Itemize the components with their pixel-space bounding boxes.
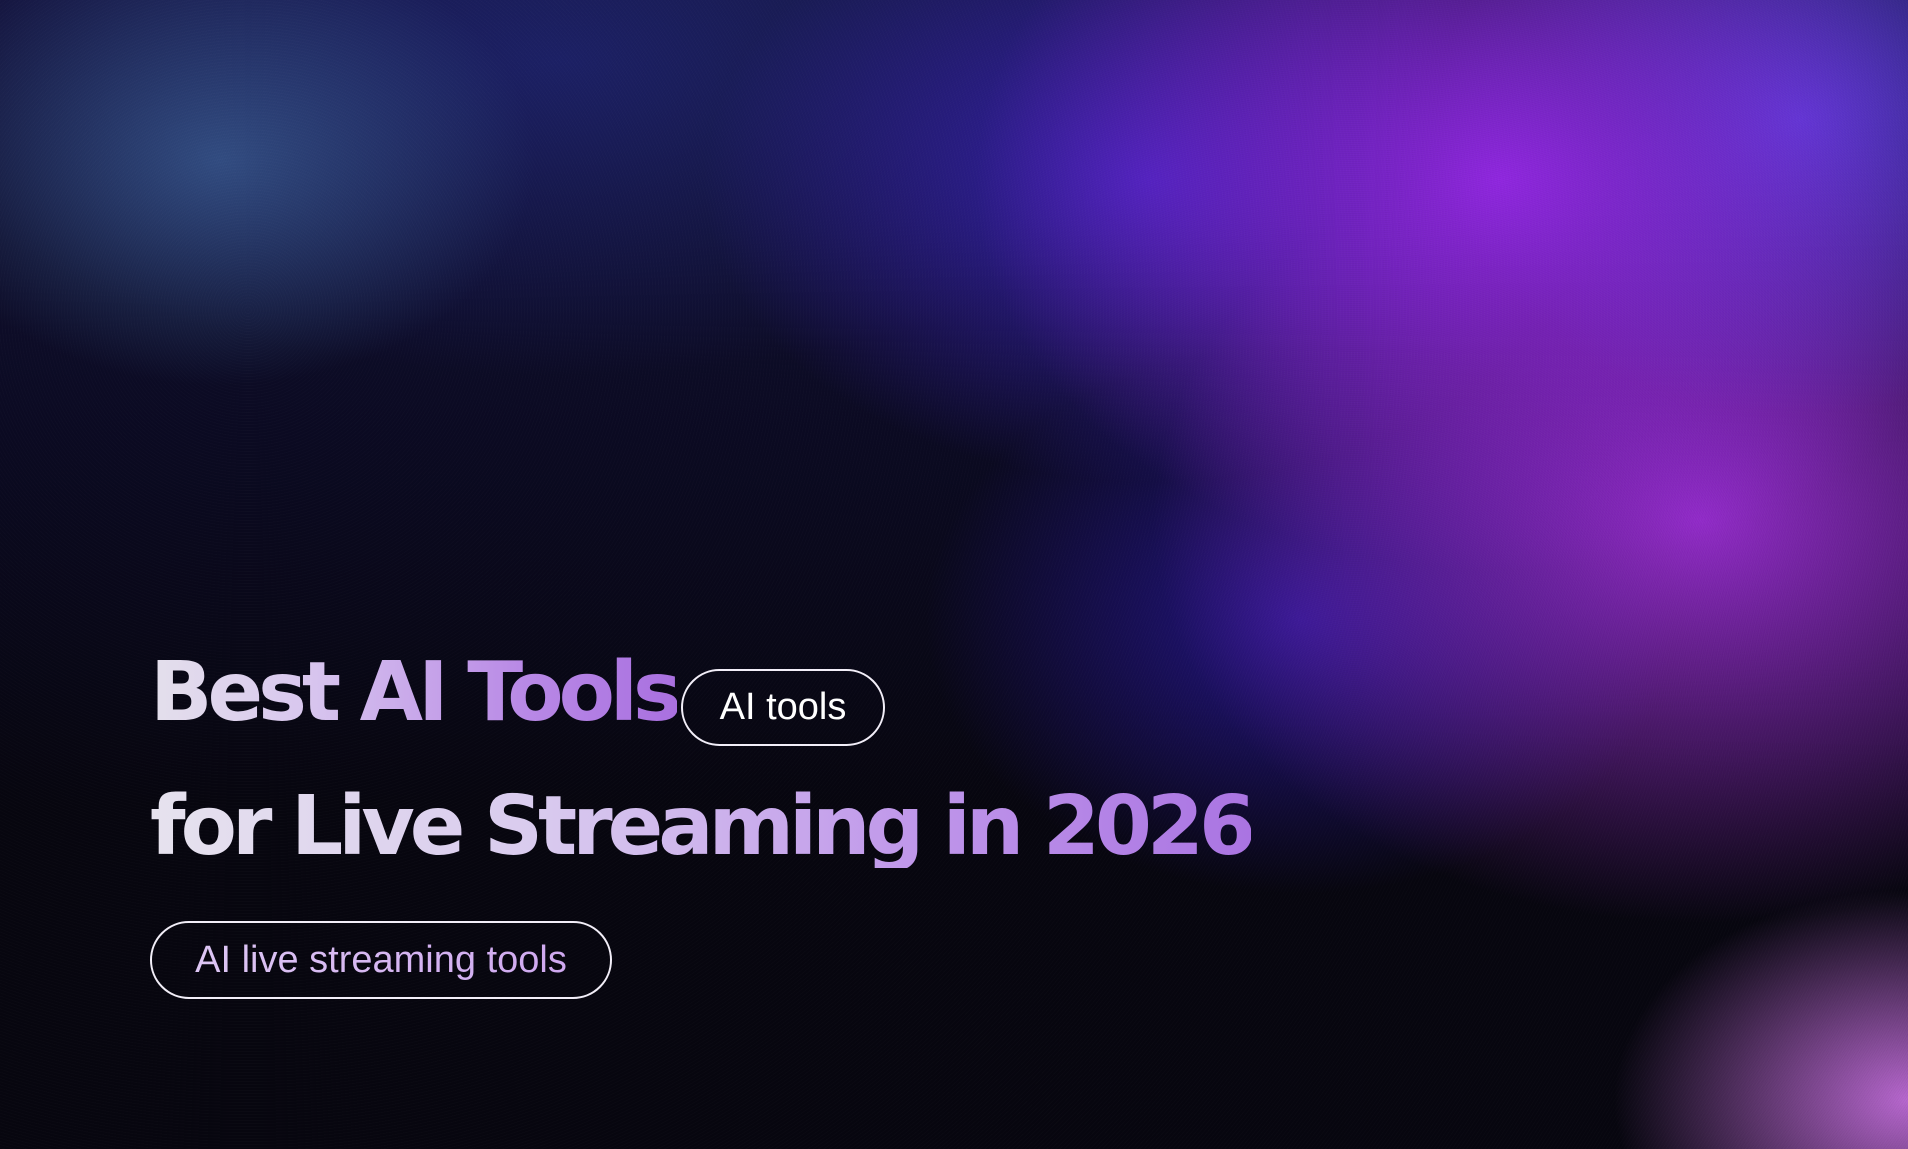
hero-banner: Best AI Tools AI tools for Live Streamin… <box>0 0 1908 1149</box>
hero-title-line-1: Best AI Tools <box>150 645 682 740</box>
tag-ai-tools[interactable]: AI tools <box>681 669 885 746</box>
tag-ai-live-streaming-tools[interactable]: AI live streaming tools <box>150 921 612 999</box>
tag-ai-live-streaming-tools-label: AI live streaming tools <box>195 938 567 981</box>
hero-title-line-2: for Live Streaming in 2026 <box>150 779 1256 874</box>
